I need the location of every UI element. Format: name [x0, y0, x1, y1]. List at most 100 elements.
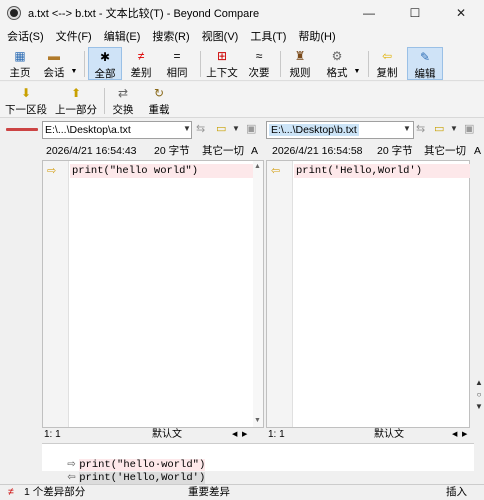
folder-icon[interactable]: ▭: [216, 122, 226, 135]
pencil-icon: ✎: [419, 50, 431, 64]
menu-search[interactable]: 搜索(R): [145, 28, 194, 44]
scroll-left-icon[interactable]: ◀: [452, 428, 457, 442]
scroll-right-icon[interactable]: ▶: [242, 428, 247, 442]
right-diff-line[interactable]: print('Hello,World'): [294, 164, 470, 178]
left-path-bar: E:\...\Desktop\a.txt ▼ ⇆ ▭ ▼ ▣: [0, 119, 264, 141]
equal-icon: =: [173, 49, 181, 63]
show-all-button[interactable]: ✱ 全部: [88, 47, 122, 80]
prev-section-button[interactable]: ⬆ 上一部分: [54, 84, 98, 117]
diff-icon: ≠: [8, 486, 14, 498]
arrow-up-icon: ⬆: [70, 86, 82, 100]
status-bar: ≠ 1 个差异部分 重要差异 插入: [0, 484, 484, 500]
scroll-top-icon[interactable]: ▲: [474, 378, 484, 390]
right-encoding: A: [474, 145, 482, 157]
save-icon[interactable]: ▣: [464, 122, 474, 135]
detail-line-right[interactable]: ⇦ print('Hello,World'): [42, 458, 206, 484]
arrow-left-icon: ⇦: [67, 472, 76, 483]
main-toolbar: ▦ 主页 ▬ 会话 ▼ ✱ 全部 ≠ 差别 = 相同 ⊞ 上下文 ≈ 次要 ♜ …: [0, 45, 484, 81]
dropdown-icon[interactable]: ▼: [450, 124, 458, 133]
dropdown-icon: ▼: [353, 68, 361, 75]
right-path-input[interactable]: E:\...\Desktop\b.txt: [266, 121, 414, 139]
format-dropdown[interactable]: ▼: [354, 47, 361, 80]
minor-button[interactable]: ≈ 次要: [246, 47, 272, 80]
menu-view[interactable]: 视图(V): [195, 28, 244, 44]
detail-line-left[interactable]: ⇨ print("hello·world"): [42, 445, 206, 471]
right-status-row: 1: 1 默认文 ◀ ▶: [266, 428, 470, 442]
right-size: 20 字节: [377, 145, 413, 157]
context-button[interactable]: ⊞ 上下文: [204, 47, 240, 80]
right-date: 2026/4/21 16:54:58: [272, 145, 363, 157]
left-mode: 默认文: [152, 429, 182, 440]
rules-button[interactable]: ♜ 规则: [287, 47, 313, 80]
center-icon[interactable]: ○: [474, 390, 484, 402]
maximize-button[interactable]: ☐: [392, 0, 438, 26]
right-path-bar: E:\...\Desktop\b.txt ▼ ⇆ ▭ ▼ ▣: [266, 119, 484, 141]
diff-count: 1 个差异部分: [24, 486, 86, 498]
next-section-button[interactable]: ⬇ 下一区段: [4, 84, 48, 117]
show-same-button[interactable]: = 相同: [162, 47, 192, 80]
swap-icon[interactable]: ⇆: [416, 122, 425, 135]
right-cursor-pos: 1: 1: [268, 429, 285, 440]
left-status-row: 1: 1 默认文 ◀ ▶: [42, 428, 264, 442]
scroll-up-icon[interactable]: ▲: [254, 163, 261, 170]
swap-button[interactable]: ⇄ 交换: [110, 84, 136, 117]
arrow-down-icon: ⬇: [20, 86, 32, 100]
left-info-bar: 2026/4/21 16:54:43 20 字节 其它一切 A: [0, 143, 264, 159]
right-gutter: [267, 161, 293, 427]
minimize-button[interactable]: —: [346, 0, 392, 26]
dropdown-icon[interactable]: ▼: [232, 124, 240, 133]
left-date: 2026/4/21 16:54:43: [46, 145, 137, 157]
side-nav-buttons: ▲ ○ ▼: [474, 378, 484, 414]
scroll-left-icon[interactable]: ◀: [232, 428, 237, 442]
scroll-down-icon[interactable]: ▼: [254, 417, 261, 424]
right-text-pane[interactable]: ⇦ print('Hello,World'): [266, 160, 470, 428]
swap-icon[interactable]: ⇆: [196, 122, 205, 135]
format-button[interactable]: ⚙ 格式: [322, 47, 352, 80]
swap-icon: ⇄: [117, 86, 129, 100]
right-info-bar: 2026/4/21 16:54:58 20 字节 其它一切 A: [266, 143, 484, 159]
approx-icon: ≈: [255, 49, 263, 63]
line-detail-panel: ⇨ print("hello·world") ⇦ print('Hello,Worl…: [42, 443, 474, 484]
left-scrollbar[interactable]: ▲ ▼: [253, 161, 263, 427]
menu-help[interactable]: 帮助(H): [291, 28, 340, 44]
menu-file[interactable]: 文件(F): [49, 28, 97, 44]
arrow-right-icon[interactable]: ⇨: [47, 164, 56, 178]
app-icon: [8, 7, 20, 19]
menu-session[interactable]: 会话(S): [0, 28, 49, 44]
edit-button[interactable]: ✎ 编辑: [407, 47, 443, 80]
session-button[interactable]: ▬ 会话: [40, 47, 68, 80]
right-eol: 其它一切: [424, 145, 466, 157]
menu-bar: 会话(S) 文件(F) 编辑(E) 搜索(R) 视图(V) 工具(T) 帮助(H…: [0, 26, 484, 45]
left-gutter: [43, 161, 69, 427]
insert-mode: 插入: [446, 486, 467, 498]
left-diff-line[interactable]: print("hello world"): [70, 164, 253, 178]
folder-icon[interactable]: ▭: [434, 122, 444, 135]
arrow-left-icon: ⇦: [381, 49, 393, 63]
home-button[interactable]: ▦ 主页: [6, 47, 34, 80]
session-dropdown[interactable]: ▼: [71, 47, 78, 80]
reload-button[interactable]: ↻ 重载: [146, 84, 172, 117]
dropdown-icon[interactable]: ▼: [403, 124, 411, 133]
scroll-right-icon[interactable]: ▶: [462, 428, 467, 442]
reload-icon: ↻: [153, 86, 165, 100]
left-cursor-pos: 1: 1: [44, 429, 61, 440]
home-icon: ▦: [14, 49, 26, 63]
save-icon[interactable]: ▣: [246, 122, 256, 135]
scroll-bottom-icon[interactable]: ▼: [474, 402, 484, 414]
copy-button[interactable]: ⇦ 复制: [374, 47, 400, 80]
gear-icon: ⚙: [331, 49, 343, 63]
left-path-input[interactable]: E:\...\Desktop\a.txt: [42, 121, 192, 139]
important-diffs: 重要差异: [188, 486, 230, 498]
close-button[interactable]: ✕: [438, 0, 484, 26]
left-eol: 其它一切: [202, 145, 244, 157]
title-bar: a.txt <--> b.txt - 文本比较(T) - Beyond Comp…: [0, 0, 484, 26]
menu-edit[interactable]: 编辑(E): [97, 28, 146, 44]
arrow-left-icon[interactable]: ⇦: [271, 164, 280, 178]
right-mode: 默认文: [374, 429, 404, 440]
menu-tools[interactable]: 工具(T): [243, 28, 291, 44]
diff-indicator: [6, 128, 38, 131]
dropdown-icon[interactable]: ▼: [183, 124, 191, 133]
dropdown-icon: ▼: [70, 68, 78, 75]
show-diffs-button[interactable]: ≠ 差别: [126, 47, 156, 80]
left-text-pane[interactable]: ⇨ print("hello world") ▲ ▼: [42, 160, 264, 428]
